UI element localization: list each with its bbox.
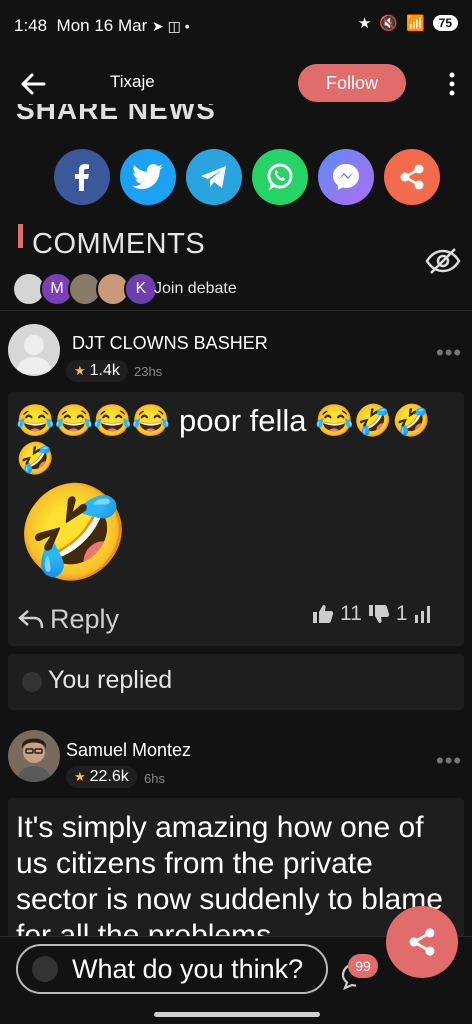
avatar: K [124, 272, 158, 306]
star-icon: ★ [357, 15, 372, 32]
hide-comments-icon[interactable] [424, 246, 462, 276]
back-arrow-icon[interactable] [16, 66, 52, 102]
divider [0, 310, 472, 311]
comment-username[interactable]: DJT CLOWNS BASHER [72, 333, 268, 354]
share-icon [409, 928, 435, 956]
thumbs-up-icon[interactable] [312, 604, 334, 624]
share-fab-button[interactable] [386, 906, 458, 978]
comment-input[interactable]: What do you think? [16, 944, 328, 994]
facebook-share-button[interactable] [54, 149, 110, 205]
laughing-emoji: 🤣 [16, 482, 131, 584]
share-icon [400, 164, 424, 190]
user-photo-icon [16, 738, 52, 782]
follow-button[interactable]: Follow [298, 64, 406, 102]
more-options-icon[interactable] [444, 70, 460, 98]
home-indicator [154, 1012, 320, 1017]
status-icons: ★ 🔇 📶 75 [358, 14, 458, 32]
twitter-share-button[interactable] [120, 149, 176, 205]
comment-username[interactable]: Samuel Montez [66, 740, 191, 761]
avatar[interactable] [8, 324, 60, 376]
stats-icon[interactable] [414, 605, 434, 623]
status-bar: 1:48 Mon 16 Mar ➤ ◫ • ★ 🔇 📶 75 [0, 0, 472, 54]
comment-menu-icon[interactable]: ••• [436, 748, 462, 774]
karma-badge: ★ 1.4k [66, 360, 128, 382]
comment-time: 23hs [134, 364, 163, 379]
comment-text: 😂😂😂😂 poor fella 😂🤣🤣🤣 [16, 403, 431, 476]
avatar[interactable] [8, 730, 60, 782]
vote-controls: 11 1 [312, 602, 434, 626]
comment-count-badge: 99 [348, 954, 378, 978]
avatar [32, 956, 58, 982]
comment-menu-icon[interactable]: ••• [436, 340, 462, 366]
messenger-share-button[interactable] [318, 149, 374, 205]
join-debate-link[interactable]: Join debate [154, 280, 237, 298]
status-time: 1:48 Mon 16 Mar ➤ ◫ • [14, 16, 190, 35]
facebook-icon [75, 164, 89, 191]
star-icon: ★ [74, 363, 86, 378]
debaters-avatars[interactable]: M K [12, 272, 158, 306]
karma-badge: ★ 22.6k [66, 766, 137, 788]
comment-time: 6hs [144, 771, 165, 786]
page-title: Tixaje [110, 72, 155, 91]
default-user-icon [16, 335, 52, 374]
battery-badge: 75 [432, 15, 458, 31]
whatsapp-share-button[interactable] [252, 149, 308, 205]
avatar [22, 672, 42, 692]
star-icon: ★ [74, 769, 86, 784]
you-replied-label: You replied [48, 666, 173, 694]
share-heading: SHARE NEWS [16, 104, 216, 122]
mute-icon: 🔇 [379, 15, 398, 32]
messenger-icon [333, 164, 359, 190]
twitter-icon [132, 164, 163, 189]
share-buttons [54, 149, 440, 205]
wifi-icon: 📶 [405, 15, 425, 32]
reply-button[interactable]: Reply [18, 604, 119, 635]
upvote-count: 11 [340, 602, 362, 625]
thumbs-down-icon[interactable] [368, 604, 390, 624]
comments-accent-bar [18, 224, 23, 248]
whatsapp-icon [267, 163, 293, 190]
generic-share-button[interactable] [384, 149, 440, 205]
telegram-icon [201, 166, 226, 188]
reply-icon [18, 609, 44, 628]
comments-heading: COMMENTS [32, 228, 206, 260]
telegram-share-button[interactable] [186, 149, 242, 205]
downvote-count: 1 [395, 602, 408, 625]
